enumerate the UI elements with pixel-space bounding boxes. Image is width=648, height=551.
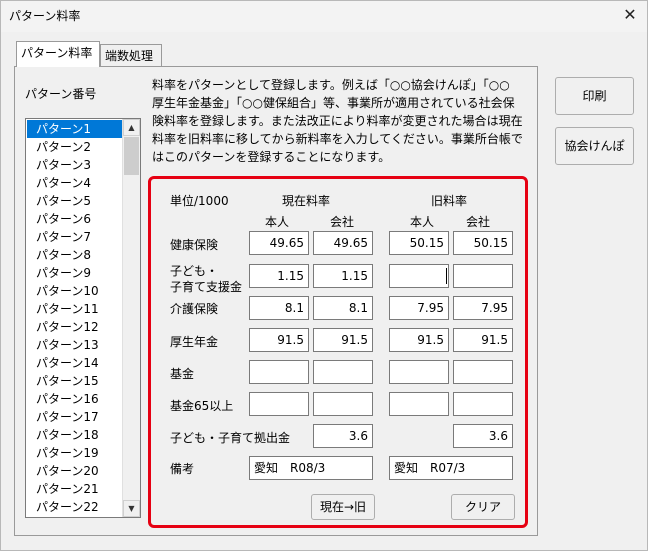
old-company-header: 会社 <box>466 215 491 229</box>
health-insurance-label: 健康保険 <box>170 238 219 252</box>
kyokai-kenpo-button[interactable]: 協会けんぽ <box>555 127 634 165</box>
fund-old-company-field[interactable] <box>453 360 513 384</box>
list-item[interactable]: パターン7 <box>27 228 123 246</box>
child-support-label-line2: 子育て支援金 <box>170 280 243 294</box>
remarks-label: 備考 <box>170 462 195 476</box>
child-contribution-label: 子ども・子育て拠出金 <box>170 431 291 445</box>
pattern-number-label: パターン番号 <box>25 87 97 101</box>
fund65-old-company-field[interactable] <box>453 392 513 416</box>
pension-current-company-field[interactable]: 91.5 <box>313 328 373 352</box>
list-item[interactable]: パターン5 <box>27 192 123 210</box>
child-support-label: 子ども・ <box>170 264 219 278</box>
list-item[interactable]: パターン22 <box>27 498 123 516</box>
list-item[interactable]: パターン2 <box>27 138 123 156</box>
current-person-header: 本人 <box>265 215 290 229</box>
list-item[interactable]: パターン17 <box>27 408 123 426</box>
list-item[interactable]: パターン19 <box>27 444 123 462</box>
description-line: 料率を旧料率に移してから新料率を入力してください。事業所台帳で <box>152 132 523 146</box>
list-item[interactable]: パターン10 <box>27 282 123 300</box>
active-tab-join <box>17 65 99 67</box>
contribution-current-field[interactable]: 3.6 <box>313 424 373 448</box>
text-caret <box>446 268 447 284</box>
clear-button[interactable]: クリア <box>451 494 515 520</box>
care-current-company-field[interactable]: 8.1 <box>313 296 373 320</box>
fund-current-person-field[interactable] <box>249 360 309 384</box>
list-item[interactable]: パターン16 <box>27 390 123 408</box>
pattern-list-scrollbar[interactable]: ▲ ▼ <box>122 119 140 517</box>
list-item[interactable]: パターン18 <box>27 426 123 444</box>
health-old-person-field[interactable]: 50.15 <box>389 231 449 255</box>
title-bar <box>0 0 648 32</box>
list-item[interactable]: パターン15 <box>27 372 123 390</box>
description-text: 料率をパターンとして登録します。例えば「○○協会けんぽ」「○○ 厚生年金基金」「… <box>152 76 532 166</box>
remarks-current-field[interactable]: 愛知 R08/3 <box>249 456 373 480</box>
fund-old-person-field[interactable] <box>389 360 449 384</box>
list-item[interactable]: パターン1 <box>27 120 123 138</box>
child-old-company-field[interactable] <box>453 264 513 288</box>
health-current-company-field[interactable]: 49.65 <box>313 231 373 255</box>
health-current-person-field[interactable]: 49.65 <box>249 231 309 255</box>
child-current-company-field[interactable]: 1.15 <box>313 264 373 288</box>
current-rate-header: 現在料率 <box>282 194 331 208</box>
pension-old-person-field[interactable]: 91.5 <box>389 328 449 352</box>
unit-label: 単位/1000 <box>170 194 229 208</box>
remarks-old-field[interactable]: 愛知 R07/3 <box>389 456 513 480</box>
health-old-company-field[interactable]: 50.15 <box>453 231 513 255</box>
scroll-up-icon[interactable]: ▲ <box>123 119 140 136</box>
list-item[interactable]: パターン20 <box>27 462 123 480</box>
scroll-thumb[interactable] <box>124 137 139 175</box>
current-company-header: 会社 <box>330 215 355 229</box>
care-old-company-field[interactable]: 7.95 <box>453 296 513 320</box>
list-item[interactable]: パターン14 <box>27 354 123 372</box>
care-current-person-field[interactable]: 8.1 <box>249 296 309 320</box>
list-item[interactable]: パターン12 <box>27 318 123 336</box>
list-item[interactable]: パターン11 <box>27 300 123 318</box>
fund-label: 基金 <box>170 367 195 381</box>
child-current-person-field[interactable]: 1.15 <box>249 264 309 288</box>
pension-old-company-field[interactable]: 91.5 <box>453 328 513 352</box>
description-line: 厚生年金基金」「○○健保組合」等、事業所が適用されている社会保 <box>152 96 515 110</box>
print-button[interactable]: 印刷 <box>555 77 634 115</box>
window-title: パターン料率 <box>9 9 81 23</box>
list-item[interactable]: パターン3 <box>27 156 123 174</box>
care-insurance-label: 介護保険 <box>170 302 219 316</box>
fund65-label: 基金65以上 <box>170 399 234 413</box>
scroll-down-icon[interactable]: ▼ <box>123 500 140 517</box>
description-line: 険料率を登録します。また法改正により料率が変更された場合は現在 <box>152 114 523 128</box>
copy-current-to-old-button[interactable]: 現在→旧 <box>311 494 375 520</box>
list-item[interactable]: パターン4 <box>27 174 123 192</box>
list-item[interactable]: パターン13 <box>27 336 123 354</box>
list-item[interactable]: パターン8 <box>27 246 123 264</box>
care-old-person-field[interactable]: 7.95 <box>389 296 449 320</box>
list-item[interactable]: パターン21 <box>27 480 123 498</box>
fund-current-company-field[interactable] <box>313 360 373 384</box>
tab-pattern-rates[interactable]: パターン料率 <box>16 41 100 67</box>
child-old-person-field[interactable] <box>389 264 449 288</box>
fund65-current-company-field[interactable] <box>313 392 373 416</box>
list-item[interactable]: パターン6 <box>27 210 123 228</box>
fund65-current-person-field[interactable] <box>249 392 309 416</box>
description-line: はこのパターンを登録することになります。 <box>152 150 391 164</box>
description-line: 料率をパターンとして登録します。例えば「○○協会けんぽ」「○○ <box>152 78 510 92</box>
fund65-old-person-field[interactable] <box>389 392 449 416</box>
tab-rounding[interactable]: 端数処理 <box>100 44 162 66</box>
old-rate-header: 旧料率 <box>431 194 468 208</box>
pension-label: 厚生年金 <box>170 335 219 349</box>
contribution-old-field[interactable]: 3.6 <box>453 424 513 448</box>
list-item[interactable]: パターン9 <box>27 264 123 282</box>
close-button[interactable]: ✕ <box>616 3 644 27</box>
pension-current-person-field[interactable]: 91.5 <box>249 328 309 352</box>
old-person-header: 本人 <box>410 215 435 229</box>
